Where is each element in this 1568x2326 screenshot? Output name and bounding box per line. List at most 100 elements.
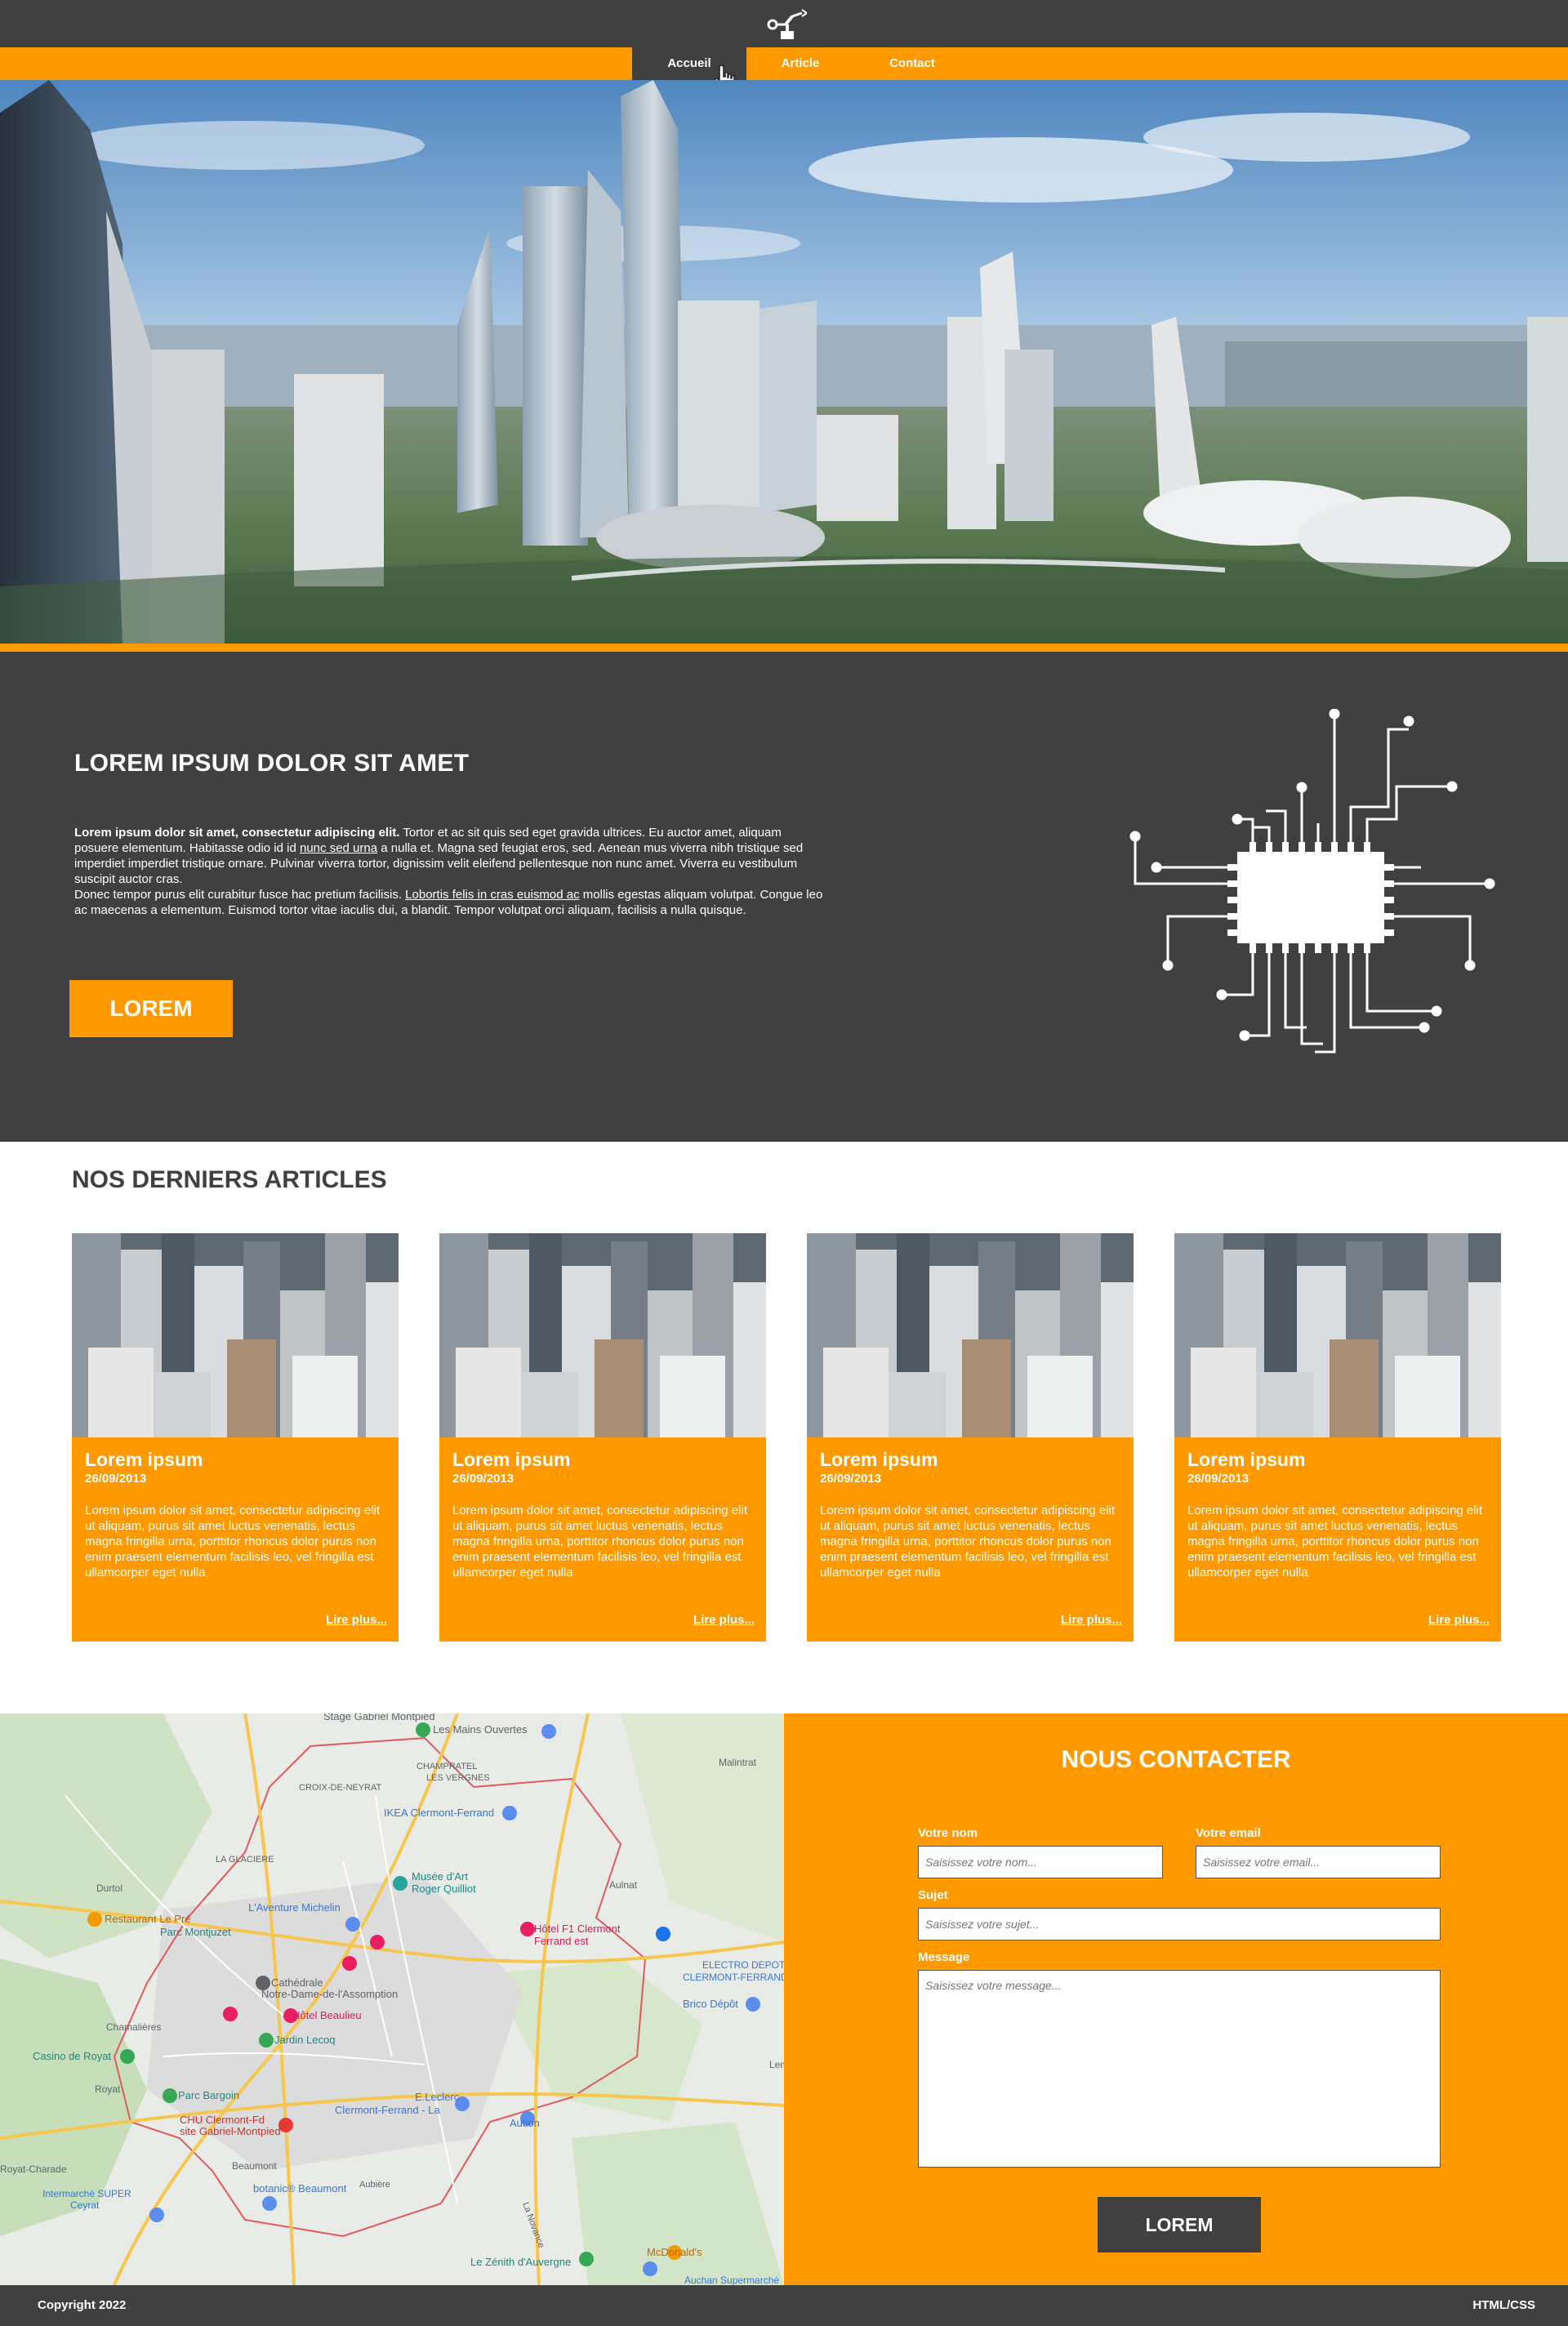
hero-divider [0, 644, 1568, 652]
svg-text:CLERMONT-FERRAND: CLERMONT-FERRAND [683, 1972, 784, 1983]
article-title[interactable]: Lorem ipsum [1187, 1449, 1305, 1471]
svg-text:Lempdes: Lempdes [769, 2059, 784, 2070]
articles-title: NOS DERNIERS ARTICLES [72, 1166, 387, 1193]
svg-text:Notre-Dame-de-l'Assomption: Notre-Dame-de-l'Assomption [261, 1988, 398, 2000]
svg-text:Restaurant Le Pré: Restaurant Le Pré [105, 1913, 191, 1925]
intro-link-2[interactable]: Lobortis felis in cras euismod ac [405, 888, 579, 902]
svg-text:E.Leclerc: E.Leclerc [415, 2091, 460, 2103]
svg-text:Les Mains Ouvertes: Les Mains Ouvertes [433, 1723, 528, 1736]
svg-text:Roger Quilliot: Roger Quilliot [412, 1883, 476, 1895]
intro-link-1[interactable]: nunc sed urna [300, 841, 377, 855]
article-date: 26/09/2013 [452, 1472, 514, 1486]
intro-section: LOREM IPSUM DOLOR SIT AMET Lorem ipsum d… [0, 652, 1568, 1142]
intro-lorem-button[interactable]: LOREM [69, 980, 233, 1037]
top-bar [0, 0, 1568, 47]
article-card: Lorem ipsum 26/09/2013 Lorem ipsum dolor… [807, 1233, 1134, 1642]
svg-text:Ferrand est: Ferrand est [534, 1935, 589, 1947]
article-date: 26/09/2013 [1187, 1472, 1250, 1486]
footer: Copyright 2022 HTML/CSS [0, 2285, 1568, 2326]
svg-text:Stage Gabriel Montpied: Stage Gabriel Montpied [323, 1713, 435, 1722]
svg-text:Jardin Lecoq: Jardin Lecoq [274, 2034, 335, 2046]
svg-text:Brico Dépôt: Brico Dépôt [683, 1998, 738, 2010]
svg-text:Hôtel Beaulieu: Hôtel Beaulieu [292, 2009, 362, 2021]
svg-text:Clermont-Ferrand - La: Clermont-Ferrand - La [335, 2104, 440, 2116]
email-label: Votre email [1196, 1826, 1261, 1840]
article-excerpt: Lorem ipsum dolor sit amet, consectetur … [820, 1504, 1115, 1580]
nav-item-contact[interactable]: Contact [858, 47, 967, 80]
svg-text:CROIX-DE-NEYRAT: CROIX-DE-NEYRAT [299, 1783, 382, 1793]
svg-text:Parc Montjuzet: Parc Montjuzet [160, 1926, 231, 1938]
svg-text:Casino de Royat: Casino de Royat [33, 2050, 111, 2062]
intro-lead: Lorem ipsum dolor sit amet, consectetur … [74, 826, 400, 840]
read-more-link[interactable]: Lire plus... [1061, 1613, 1122, 1627]
svg-text:Aubière: Aubière [359, 2180, 390, 2190]
robot-arm-logo-icon[interactable] [761, 7, 807, 42]
article-date: 26/09/2013 [85, 1472, 147, 1486]
article-card: Lorem ipsum 26/09/2013 Lorem ipsum dolor… [1174, 1233, 1501, 1642]
intro-title: LOREM IPSUM DOLOR SIT AMET [74, 750, 470, 777]
svg-text:Chamalières: Chamalières [106, 2021, 161, 2033]
svg-text:Royat-Charade: Royat-Charade [0, 2163, 67, 2175]
svg-text:CHAMPRATEL: CHAMPRATEL [416, 1762, 477, 1771]
svg-text:IKEA Clermont-Ferrand: IKEA Clermont-Ferrand [384, 1807, 494, 1819]
svg-text:Auchan Supermarché: Auchan Supermarché [684, 2275, 779, 2285]
article-excerpt: Lorem ipsum dolor sit amet, consectetur … [452, 1504, 747, 1580]
hero-image [0, 80, 1568, 644]
article-image[interactable] [72, 1233, 399, 1437]
svg-text:site Gabriel-Montpied: site Gabriel-Montpied [180, 2125, 281, 2137]
article-title[interactable]: Lorem ipsum [452, 1449, 570, 1471]
location-map[interactable]: Stage Gabriel Montpied Les Mains Ouverte… [0, 1713, 784, 2285]
nav-item-article[interactable]: Article [746, 47, 854, 80]
circuit-chip-icon [1129, 709, 1495, 1054]
name-input[interactable] [918, 1846, 1163, 1878]
article-excerpt: Lorem ipsum dolor sit amet, consectetur … [85, 1504, 380, 1580]
article-title[interactable]: Lorem ipsum [85, 1449, 203, 1471]
article-image[interactable] [1174, 1233, 1501, 1437]
message-textarea[interactable] [918, 1970, 1441, 2168]
contact-submit-button[interactable]: LOREM [1098, 2197, 1261, 2252]
svg-text:Intermarché SUPER: Intermarché SUPER [42, 2188, 131, 2199]
svg-text:Hôtel F1 Clermont: Hôtel F1 Clermont [534, 1923, 621, 1935]
svg-text:Parc Bargoin: Parc Bargoin [178, 2089, 239, 2101]
intro-text-part: Donec tempor purus elit curabitur fusce … [74, 888, 406, 902]
intro-text: Lorem ipsum dolor sit amet, consectetur … [74, 825, 826, 918]
main-nav: Accueil Article Contact [0, 47, 1568, 80]
subject-label: Sujet [918, 1888, 948, 1902]
article-card: Lorem ipsum 26/09/2013 Lorem ipsum dolor… [439, 1233, 766, 1642]
svg-text:LA GLACIERE: LA GLACIERE [216, 1855, 274, 1865]
contact-title: NOUS CONTACTER [1061, 1746, 1291, 1773]
article-image[interactable] [439, 1233, 766, 1437]
svg-text:botanic® Beaumont: botanic® Beaumont [253, 2182, 347, 2195]
footer-tech: HTML/CSS [1472, 2298, 1535, 2312]
svg-text:Aulnat: Aulnat [609, 1879, 638, 1891]
article-excerpt: Lorem ipsum dolor sit amet, consectetur … [1187, 1504, 1482, 1580]
article-image[interactable] [807, 1233, 1134, 1437]
read-more-link[interactable]: Lire plus... [693, 1613, 755, 1627]
svg-text:McDonald's: McDonald's [647, 2246, 702, 2258]
contact-section: NOUS CONTACTER Votre nom Votre email Suj… [784, 1713, 1568, 2285]
read-more-link[interactable]: Lire plus... [326, 1613, 387, 1627]
article-title[interactable]: Lorem ipsum [820, 1449, 938, 1471]
message-label: Message [918, 1950, 970, 1964]
subject-input[interactable] [918, 1908, 1441, 1941]
read-more-link[interactable]: Lire plus... [1428, 1613, 1490, 1627]
svg-text:Musée d'Art: Musée d'Art [412, 1870, 468, 1883]
article-date: 26/09/2013 [820, 1472, 882, 1486]
svg-text:ELECTRO DEPOT: ELECTRO DEPOT [702, 1959, 784, 1971]
svg-text:Beaumont: Beaumont [232, 2160, 277, 2172]
article-card: Lorem ipsum 26/09/2013 Lorem ipsum dolor… [72, 1233, 399, 1642]
svg-text:CHU Clermont-Fd: CHU Clermont-Fd [180, 2114, 265, 2126]
svg-text:Aution: Aution [510, 2117, 540, 2129]
svg-text:Ceyrat: Ceyrat [70, 2199, 100, 2211]
svg-text:Le Zénith d'Auvergne: Le Zénith d'Auvergne [470, 2256, 571, 2268]
map-pin-icon [416, 1722, 430, 1737]
svg-text:Durtol: Durtol [96, 1883, 122, 1894]
svg-text:LES VERGNES: LES VERGNES [426, 1773, 490, 1783]
svg-text:L'Aventure Michelin: L'Aventure Michelin [248, 1901, 341, 1914]
svg-text:Cathédrale: Cathédrale [271, 1976, 323, 1989]
svg-text:Malintrat: Malintrat [719, 1757, 757, 1768]
email-input[interactable] [1196, 1846, 1441, 1878]
name-label: Votre nom [918, 1826, 978, 1840]
svg-text:Royat: Royat [95, 2083, 121, 2095]
footer-copyright: Copyright 2022 [38, 2298, 127, 2312]
